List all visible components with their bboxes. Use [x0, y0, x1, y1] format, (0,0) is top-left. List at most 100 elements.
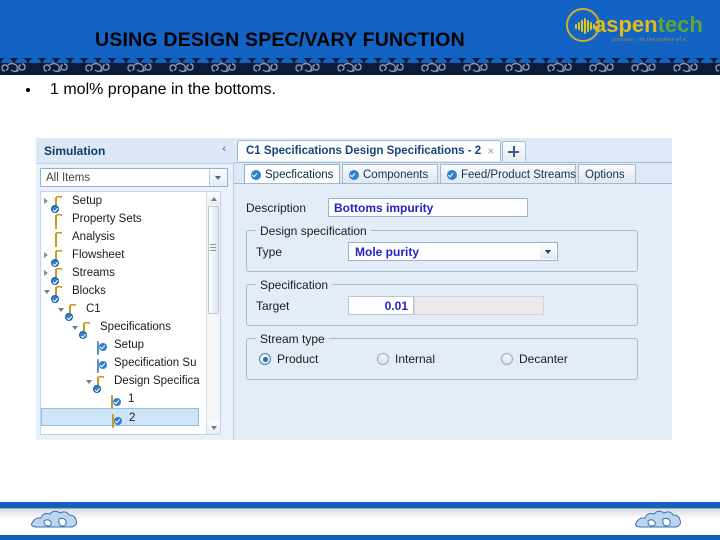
tree-node-label: C1	[86, 303, 101, 315]
stream-type-radio-row: Product Internal Decanter	[253, 350, 633, 368]
tree-node[interactable]: Setup	[41, 336, 220, 355]
stream-type-radio-1[interactable]: Internal	[377, 350, 435, 368]
stream-type-radio-label: Product	[277, 352, 319, 366]
ornament-unit	[168, 60, 210, 75]
form-tab-strip: Specfications Components Feed/Product Stre…	[234, 162, 672, 185]
tree-expander-expanded-icon[interactable]	[86, 380, 92, 384]
navigator-panel: Simulation ‹ All Items Setup Property Set…	[36, 138, 234, 440]
chevron-left-icon[interactable]: ‹	[222, 143, 226, 155]
ornament-unit	[504, 60, 546, 75]
description-input[interactable]: Bottoms impurity	[328, 198, 528, 217]
logo-text-tech: tech	[657, 12, 703, 37]
description-row: Description Bottoms impurity	[246, 198, 666, 218]
logo-wordmark: aspentech	[594, 13, 703, 37]
stream-type-caption: Stream type	[256, 332, 329, 346]
tree-node[interactable]: Design Specifica	[41, 372, 220, 393]
description-label: Description	[246, 201, 307, 215]
tree-node-label: Design Specifica	[114, 375, 200, 387]
stream-type-radio-2[interactable]: Decanter	[501, 350, 568, 368]
target-input[interactable]: 0.01	[348, 296, 414, 315]
stream-type-radio-0[interactable]: Product	[259, 350, 318, 368]
scroll-down-arrow-icon[interactable]	[207, 421, 220, 434]
slide-root: USING DESIGN SPEC/VARY FUNCTION aspentec…	[0, 0, 720, 540]
logo-waveform-icon	[575, 18, 595, 34]
tab-label: Options	[585, 169, 625, 181]
tree-node[interactable]: 1	[41, 390, 220, 409]
tree-node[interactable]: Specification Su	[41, 354, 220, 373]
new-tab-plus-icon[interactable]	[502, 141, 526, 161]
tree-node[interactable]: Analysis	[41, 228, 220, 247]
tree-node-host: Setup Property Sets Analysis Flowsheet Strea…	[41, 192, 220, 428]
folder-check-icon	[93, 375, 110, 393]
type-label: Type	[256, 245, 283, 259]
tree-expander-collapsed-icon[interactable]	[44, 252, 48, 258]
stream-type-radio-label: Internal	[395, 352, 436, 366]
tree-node-label: 2	[129, 412, 136, 424]
aspen-plus-window: Simulation ‹ All Items Setup Property Set…	[36, 138, 672, 440]
chevron-down-icon[interactable]	[209, 169, 227, 186]
window-tab-bar: C1 Specifications Design Specifications …	[234, 138, 672, 162]
tree-node[interactable]: Setup	[41, 192, 220, 213]
folder-check-icon	[51, 195, 68, 213]
all-items-filter-combo[interactable]: All Items	[40, 168, 228, 187]
close-icon[interactable]: ×	[487, 145, 494, 157]
tree-expander-expanded-icon[interactable]	[44, 290, 50, 294]
tab-2[interactable]: Feed/Product Streams	[440, 164, 576, 185]
ornament-unit	[378, 60, 420, 75]
type-dropdown[interactable]: Mole purity	[348, 242, 558, 261]
target-value: 0.01	[384, 299, 408, 313]
scroll-up-arrow-icon[interactable]	[207, 192, 220, 205]
tree-vertical-scrollbar[interactable]	[206, 192, 220, 434]
tree-node[interactable]: C1	[41, 300, 220, 321]
design-specification-group: Design specification Type Mole purity	[246, 224, 638, 272]
tree-expander-expanded-icon[interactable]	[72, 326, 78, 330]
ornament-unit	[84, 60, 126, 75]
tree-node-label: 1	[128, 393, 135, 405]
target-row: Target 0.01	[256, 296, 630, 316]
target-units-field[interactable]	[414, 296, 544, 315]
tree-node[interactable]: 2	[41, 408, 199, 428]
ornament-unit	[0, 60, 42, 75]
scrollbar-thumb[interactable]	[208, 206, 219, 314]
window-tab[interactable]: C1 Specifications Design Specifications …	[237, 140, 502, 161]
ornament-unit	[252, 60, 294, 75]
tree-node[interactable]: Flowsheet	[41, 246, 220, 267]
tree-node[interactable]: Blocks	[41, 282, 220, 303]
ornament-unit	[210, 60, 252, 75]
specification-group: Specification Target 0.01	[246, 278, 638, 326]
tab-1[interactable]: Components	[342, 164, 438, 185]
ornament-pattern-row	[0, 60, 720, 75]
tree-node[interactable]: Specifications	[41, 318, 220, 339]
bullet-list-item: 1 mol% propane in the bottoms.	[26, 78, 666, 102]
tree-expander-collapsed-icon[interactable]	[44, 270, 48, 276]
tree-node-label: Blocks	[72, 285, 106, 297]
tree-node-label: Streams	[72, 267, 115, 279]
type-value: Mole purity	[355, 245, 420, 259]
type-row: Type Mole purity	[256, 242, 630, 262]
check-badge-icon	[349, 170, 359, 180]
radio-button-icon[interactable]	[501, 353, 513, 365]
cloud-ornament-left-icon	[31, 510, 77, 528]
ornament-unit	[336, 60, 378, 75]
folder-check-icon	[51, 249, 68, 267]
tree-node[interactable]: Streams	[41, 264, 220, 285]
aspentech-logo: aspentech process : to the power of e	[566, 6, 712, 50]
chevron-down-icon[interactable]	[540, 244, 556, 259]
radio-button-icon[interactable]	[377, 353, 389, 365]
navigator-tree[interactable]: Setup Property Sets Analysis Flowsheet Strea…	[40, 191, 221, 435]
tree-expander-expanded-icon[interactable]	[58, 308, 64, 312]
tree-expander-collapsed-icon[interactable]	[44, 198, 48, 204]
radio-button-icon[interactable]	[259, 353, 271, 365]
ornament-unit	[714, 60, 720, 75]
specification-caption: Specification	[256, 278, 333, 292]
design-specification-caption: Design specification	[256, 224, 371, 238]
tab-3[interactable]: Options	[578, 164, 636, 185]
all-items-filter-value: All Items	[46, 172, 91, 184]
tab-0[interactable]: Specfications	[244, 164, 340, 185]
ornament-unit	[294, 60, 336, 75]
spec-check-icon	[112, 412, 125, 428]
tree-node[interactable]: Property Sets	[41, 210, 220, 229]
tab-label: Components	[363, 169, 429, 181]
folder-check-icon	[51, 285, 68, 303]
ornament-unit	[630, 60, 672, 75]
